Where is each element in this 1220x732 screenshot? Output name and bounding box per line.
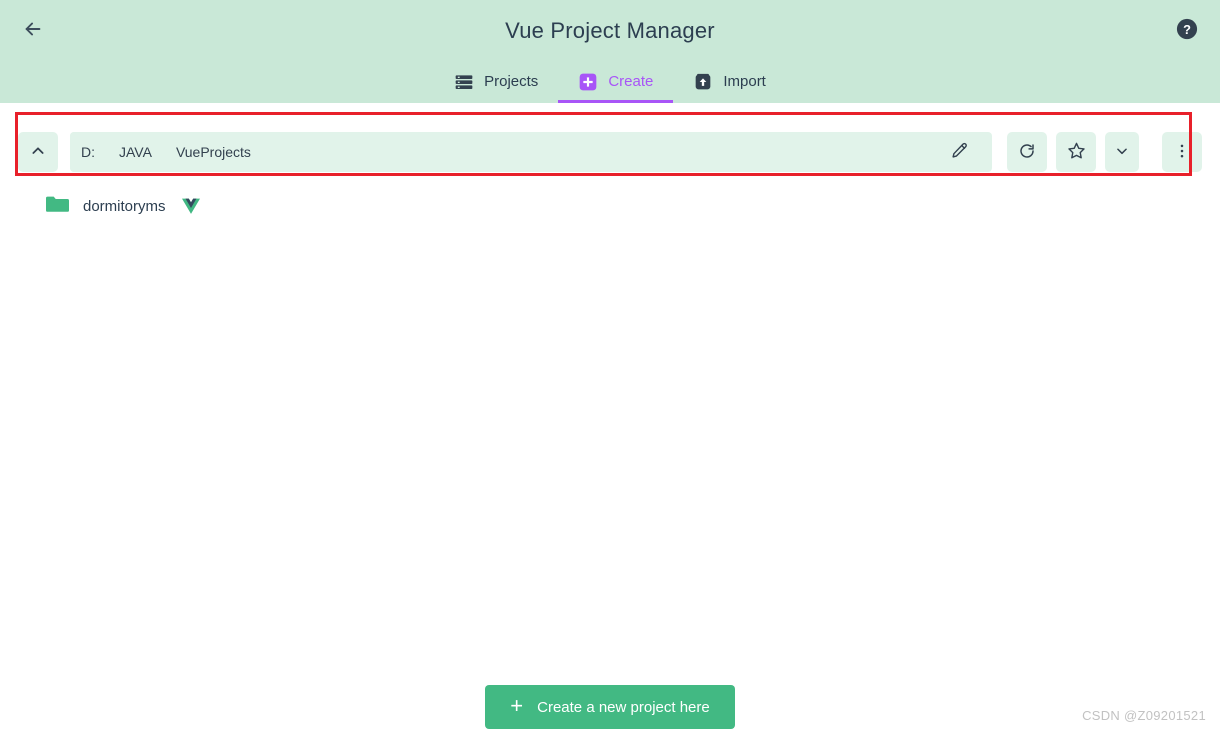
- breadcrumb-segment-1[interactable]: JAVA: [108, 132, 163, 172]
- tab-import-label: Import: [723, 73, 766, 90]
- star-icon: [1067, 141, 1086, 163]
- upload-box-icon: [693, 72, 713, 92]
- tab-create[interactable]: Create: [558, 63, 674, 103]
- help-button[interactable]: ?: [1172, 16, 1202, 46]
- refresh-button[interactable]: [1007, 132, 1047, 172]
- chevron-down-icon: [1115, 144, 1129, 161]
- tab-projects-label: Projects: [484, 73, 539, 90]
- list-item-label: dormitoryms: [83, 197, 166, 215]
- server-list-icon: [454, 72, 474, 92]
- create-new-project-label: Create a new project here: [537, 698, 710, 716]
- vue-logo-icon: [181, 198, 200, 214]
- more-vertical-icon: [1173, 142, 1191, 163]
- path-toolbar: D: JAVA VueProjects: [18, 131, 1202, 173]
- create-new-project-button[interactable]: + Create a new project here: [485, 685, 735, 729]
- favorite-button[interactable]: [1056, 132, 1096, 172]
- breadcrumb-segment-0[interactable]: D:: [70, 132, 106, 172]
- path-dropdown-button[interactable]: [1105, 132, 1139, 172]
- breadcrumb-empty-space[interactable]: [263, 132, 937, 172]
- tab-create-label: Create: [608, 73, 654, 90]
- pencil-icon: [951, 142, 968, 162]
- breadcrumb-segment-2[interactable]: VueProjects: [164, 132, 262, 172]
- navigate-up-button[interactable]: [18, 132, 58, 172]
- svg-text:?: ?: [1183, 21, 1191, 36]
- watermark-text: CSDN @Z09201521: [1082, 708, 1206, 723]
- breadcrumb: D: JAVA VueProjects: [70, 132, 992, 172]
- refresh-icon: [1018, 142, 1036, 163]
- app-header: Vue Project Manager ? Projects Create Im…: [0, 0, 1220, 103]
- page-title: Vue Project Manager: [505, 18, 715, 43]
- more-options-button[interactable]: [1162, 132, 1202, 172]
- edit-path-button[interactable]: [939, 132, 979, 172]
- file-browser-area: dormitoryms: [0, 186, 1220, 732]
- header-top-bar: Vue Project Manager ?: [0, 0, 1220, 62]
- main-tabs: Projects Create Import: [0, 62, 1220, 103]
- plus-icon: +: [510, 693, 524, 718]
- help-circle-icon: ?: [1176, 18, 1198, 45]
- chevron-up-icon: [30, 143, 46, 162]
- plus-square-icon: [578, 72, 598, 92]
- tab-import[interactable]: Import: [673, 63, 786, 103]
- tab-projects[interactable]: Projects: [434, 63, 558, 103]
- folder-icon: [45, 194, 69, 219]
- list-item[interactable]: dormitoryms: [0, 186, 1220, 226]
